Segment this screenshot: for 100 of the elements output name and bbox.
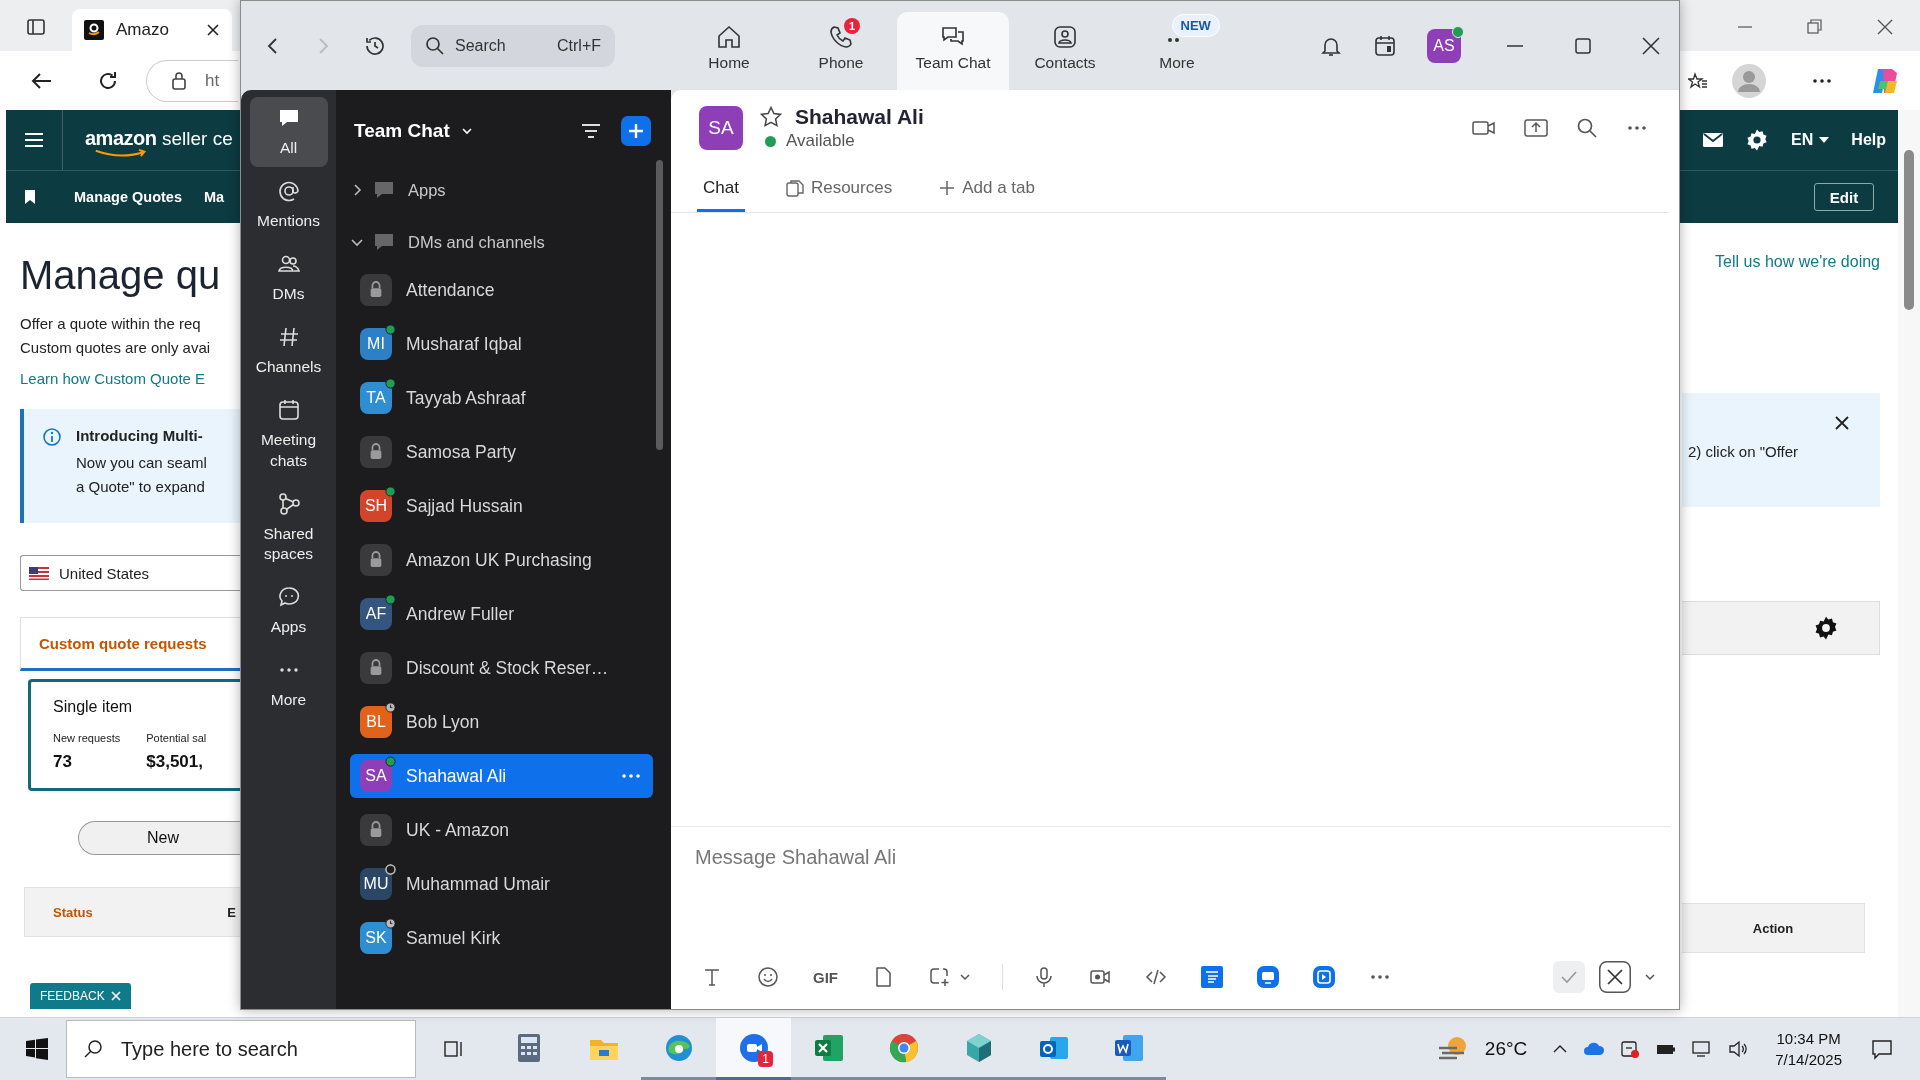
rail-item[interactable]: Shared spaces [249,482,328,574]
chat-list-item[interactable]: MI Musharaf Iqbal [350,322,653,366]
info-icon [42,427,62,447]
nav-tab[interactable]: Team Chat [897,12,1009,90]
close-icon[interactable] [206,23,220,37]
nav-tab[interactable]: Contacts [1009,12,1121,90]
contact-card-icon [1052,24,1078,50]
notifications-icon[interactable] [1870,1037,1894,1061]
start-icon[interactable] [26,1038,48,1060]
send-check-icon[interactable] [1553,961,1585,993]
chat-list-item[interactable]: UK - Amazon [350,808,653,852]
date: 7/14/2025 [1775,1050,1842,1070]
flag-icon [29,566,49,580]
task-view-icon[interactable] [442,1038,465,1060]
feedback-badge[interactable]: FEEDBACK [30,983,131,1009]
chat-tab[interactable]: Add a tab [932,166,1041,212]
shortcut-hint: Ctrl+F [557,36,601,55]
nav-link[interactable]: Manage Quotes [74,189,182,205]
edit-button[interactable]: Edit [1814,183,1874,211]
close-icon[interactable] [1834,415,1850,431]
scrollbar[interactable] [1898,110,1920,1017]
search-field[interactable]: Search Ctrl+F [411,24,615,67]
close-icon[interactable] [1876,18,1894,36]
section-header[interactable]: DMs and channels [350,216,653,268]
seller-logo[interactable]: amazon seller ce [85,126,233,154]
nav-tab[interactable]: 1 Phone [785,12,897,90]
chat-tab[interactable]: Chat [697,166,745,212]
clips-app-icon[interactable] [1313,966,1335,988]
close-icon[interactable] [1641,35,1661,56]
chat-list-item[interactable]: Amazon UK Purchasing [350,538,653,582]
microphone-icon[interactable] [1033,966,1055,988]
help-link[interactable]: Help [1851,131,1886,149]
chat-list-item[interactable]: MU Muhammad Umair [350,862,653,906]
scrollbar[interactable] [656,160,663,450]
chat-list-item[interactable]: Discount & Stock Reser… [350,646,653,690]
column-header: E [227,904,236,920]
security-icon[interactable] [1619,1038,1642,1060]
user-avatar[interactable]: AS [1427,28,1461,63]
rail-item[interactable]: All [249,97,328,167]
panel-title[interactable]: Team Chat [354,120,450,142]
contact-name: Shahawal Ali [795,105,924,129]
rail-item[interactable]: Channels [249,315,328,386]
feedback-link[interactable]: Tell us how we're doing [1715,253,1880,271]
chat-tab[interactable]: Resources [778,166,899,212]
search-icon[interactable] [1575,116,1599,140]
nodes-icon [276,491,301,516]
restore-icon[interactable] [1806,18,1824,36]
temperature[interactable]: 26°C [1484,1038,1528,1060]
rail-item[interactable]: Apps [249,576,328,647]
maximize-icon[interactable] [1573,35,1593,56]
rail-item[interactable]: Meeting chats [249,388,328,480]
bookmark-icon[interactable] [22,189,38,205]
star-icon[interactable] [759,105,783,129]
chat-list-item[interactable]: TA Tayyab Ashraaf [350,376,653,420]
whiteboard-app-icon[interactable] [1257,966,1279,988]
section-header[interactable]: Apps [350,164,653,216]
settings-icon[interactable] [1813,615,1839,641]
rail-item[interactable]: Mentions [249,169,328,240]
presence-status: Available [786,131,855,151]
card-title: Single item [53,698,134,716]
chat-list-item[interactable]: SH Sajjad Hussain [350,484,653,528]
tab-actions-icon[interactable] [26,17,46,37]
calendar-icon[interactable] [1373,33,1397,58]
chat-list-item[interactable]: Attendance [350,268,653,312]
banner-title: Introducing Multi- [76,426,204,446]
favorites-icon[interactable] [1688,70,1708,91]
country-dropdown[interactable]: United States [20,555,240,591]
chat-list-item[interactable]: SA Shahawal Ali [350,754,653,798]
gif-button[interactable]: GIF [813,968,838,986]
calendar-icon [276,397,301,422]
clock[interactable]: 10:34 PM 7/14/2025 [1775,1028,1842,1070]
learn-link[interactable]: Learn how Custom Quote E [20,370,240,387]
stat-value: $3,501, [146,752,204,772]
new-chat-icon[interactable] [621,116,651,146]
taskbar-search-field[interactable]: Type here to search [66,1020,416,1078]
rail-item[interactable]: More [249,649,328,720]
cancel-icon[interactable] [1599,961,1631,993]
rail-item[interactable]: DMs [249,242,328,313]
chat-list-item[interactable]: BL Bob Lyon [350,700,653,744]
nav-link[interactable]: Ma [203,189,225,205]
new-filter-button[interactable]: New [78,821,240,855]
address-text: ht [205,70,220,91]
notification-badge: NEW [1171,14,1220,37]
screenshot-icon[interactable] [928,966,950,988]
volume-icon[interactable] [1727,1038,1750,1060]
nav-tab[interactable]: Home [673,12,785,90]
plus-icon [938,178,957,197]
round-browser-icon[interactable] [887,1031,920,1064]
search-icon [425,35,445,56]
page-heading: Manage qu [20,253,222,298]
language-menu[interactable]: EN [1791,131,1830,149]
chat-list-item[interactable]: SK Samuel Kirk [350,916,653,960]
profile-avatar-icon[interactable] [1732,63,1766,98]
time: 10:34 PM [1776,1029,1841,1049]
chat-list-item[interactable]: AF Andrew Fuller [350,592,653,636]
chat-list-item[interactable]: Samosa Party [350,430,653,474]
nav-tab[interactable]: NEW More [1121,12,1233,90]
emoji-icon[interactable] [757,966,779,988]
document-app-icon[interactable] [1201,966,1223,988]
browser-tab[interactable]: Amazo [72,9,232,51]
